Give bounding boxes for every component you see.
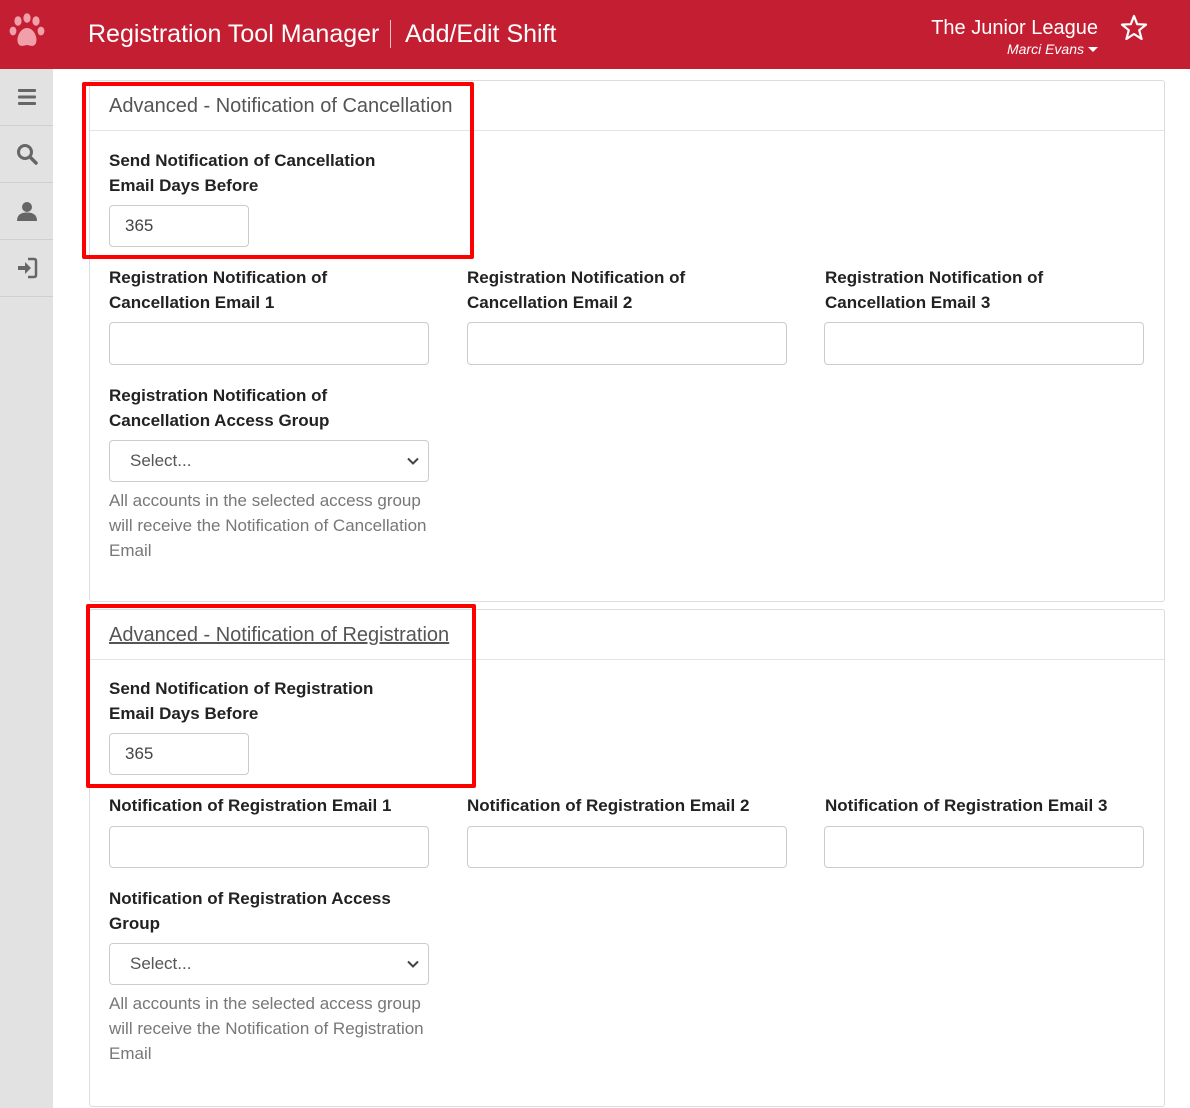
registration-email-3-label: Notification of Registration Email 3: [825, 796, 1108, 815]
registration-days-input[interactable]: 365: [109, 733, 249, 775]
caret-down-icon: [1088, 46, 1098, 52]
cancellation-panel: Advanced - Notification of Cancellation …: [89, 80, 1165, 602]
cancellation-access-group-value: Select...: [130, 451, 192, 470]
registration-panel-heading[interactable]: Advanced - Notification of Registration: [90, 610, 1164, 660]
menu-icon: [17, 89, 36, 105]
registration-email-1-label: Notification of Registration Email 1: [109, 796, 392, 815]
cancellation-email-3-input[interactable]: [824, 322, 1144, 365]
registration-access-group-label: Notification of Registration Access Grou…: [109, 889, 391, 933]
user-icon: [16, 202, 37, 221]
registration-email-2-label: Notification of Registration Email 2: [467, 796, 750, 815]
chevron-down-icon: [407, 457, 419, 465]
cancellation-access-group-help: All accounts in the selected access grou…: [109, 491, 427, 560]
sidebar: [0, 69, 53, 1108]
cancellation-days-label: Send Notification of Cancellation Email …: [109, 151, 376, 195]
registration-access-group-help: All accounts in the selected access grou…: [109, 994, 424, 1063]
title-divider: [390, 20, 391, 48]
sidebar-user-button[interactable]: [0, 183, 53, 240]
cancellation-days-input[interactable]: 365: [109, 205, 249, 247]
search-icon: [16, 144, 38, 165]
sidebar-menu-button[interactable]: [0, 69, 53, 126]
organization-name: The Junior League: [931, 17, 1098, 39]
registration-access-group-value: Select...: [130, 954, 192, 973]
cancellation-email-2-input[interactable]: [467, 322, 787, 365]
cancellation-access-group-label: Registration Notification of Cancellatio…: [109, 386, 330, 430]
user-name: Marci Evans: [1006, 41, 1084, 57]
paw-logo-icon[interactable]: [8, 12, 46, 56]
sidebar-sign-in-button[interactable]: [0, 240, 53, 297]
top-bar: Registration Tool Manager Add/Edit Shift…: [0, 0, 1190, 69]
cancellation-email-1-label: Registration Notification of Cancellatio…: [109, 268, 328, 312]
registration-access-group-select[interactable]: Select...: [109, 943, 429, 985]
cancellation-access-group-select[interactable]: Select...: [109, 440, 429, 482]
cancellation-panel-heading: Advanced - Notification of Cancellation: [90, 81, 1164, 131]
registration-days-label: Send Notification of Registration Email …: [109, 679, 374, 723]
registration-email-1-input[interactable]: [109, 826, 429, 868]
registration-email-3-input[interactable]: [824, 826, 1144, 868]
page-title: Add/Edit Shift: [405, 20, 557, 48]
chevron-down-icon: [407, 960, 419, 968]
registration-panel: Advanced - Notification of Registration …: [89, 609, 1165, 1107]
star-icon[interactable]: [1120, 14, 1148, 42]
sign-in-icon: [17, 257, 37, 279]
app-title[interactable]: Registration Tool Manager: [88, 19, 379, 49]
cancellation-email-1-input[interactable]: [109, 322, 429, 365]
cancellation-email-3-label: Registration Notification of Cancellatio…: [825, 268, 1044, 312]
cancellation-email-2-label: Registration Notification of Cancellatio…: [467, 268, 686, 312]
registration-email-2-input[interactable]: [467, 826, 787, 868]
user-menu[interactable]: Marci Evans: [1007, 41, 1098, 57]
sidebar-search-button[interactable]: [0, 126, 53, 183]
